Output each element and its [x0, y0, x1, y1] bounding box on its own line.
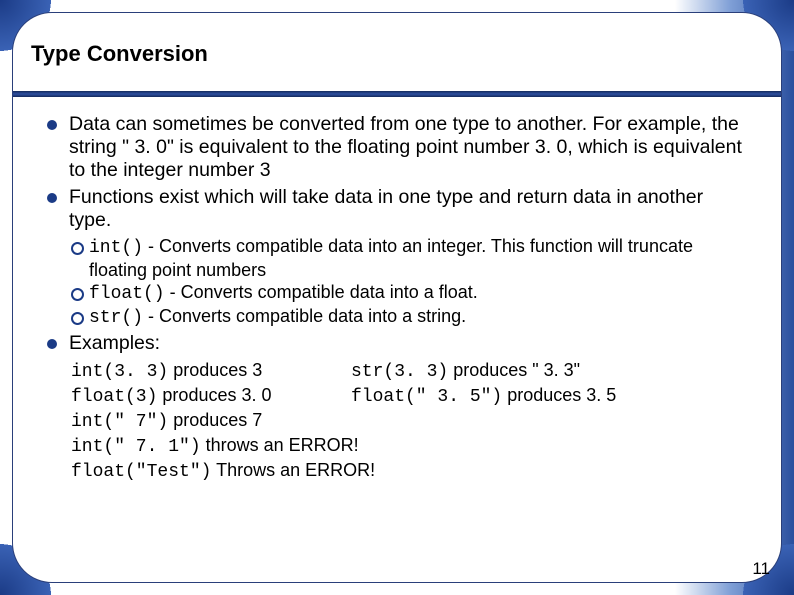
example-code: float(3): [71, 387, 157, 407]
example-result: throws an ERROR!: [201, 435, 359, 455]
example-result: produces " 3. 3": [448, 360, 580, 380]
examples-row: int(" 7. 1") throws an ERROR!: [71, 434, 747, 459]
sub-bullet-item: str() - Converts compatible data into a …: [71, 306, 747, 330]
bullet-text: Data can sometimes be converted from one…: [69, 113, 742, 181]
examples-row: float(3) produces 3. 0 float(" 3. 5") pr…: [71, 384, 747, 409]
code-int-fn: int(): [89, 238, 143, 258]
examples-row: int(" 7") produces 7: [71, 409, 747, 434]
slide-body: Data can sometimes be converted from one…: [47, 113, 747, 552]
example-code: float("Test"): [71, 462, 211, 482]
page-number: 11: [752, 559, 770, 579]
slide-title: Type Conversion: [31, 41, 208, 67]
example-code: int(" 7"): [71, 412, 168, 432]
example-result: produces 3. 5: [502, 385, 616, 405]
title-underline: [13, 91, 781, 97]
example-code: str(3. 3): [351, 362, 448, 382]
sub-bullet-item: int() - Converts compatible data into an…: [71, 236, 747, 282]
sub-bullet-text: - Converts compatible data into an integ…: [89, 236, 693, 280]
bullet-item: Examples:: [47, 332, 747, 355]
slide: Type Conversion Data can sometimes be co…: [0, 0, 794, 595]
example-result: produces 7: [168, 410, 262, 430]
examples-block: int(3. 3) produces 3 str(3. 3) produces …: [71, 359, 747, 484]
example-cell: str(3. 3) produces " 3. 3": [351, 359, 580, 384]
example-cell: float(" 3. 5") produces 3. 5: [351, 384, 616, 409]
code-str-fn: str(): [89, 308, 143, 328]
examples-row: int(3. 3) produces 3 str(3. 3) produces …: [71, 359, 747, 384]
sub-bullet-text: - Converts compatible data into a float.: [165, 282, 478, 302]
bullet-text: Examples:: [69, 332, 160, 354]
examples-row: float("Test") Throws an ERROR!: [71, 459, 747, 484]
example-cell: int(3. 3) produces 3: [71, 359, 351, 384]
bullet-text: Functions exist which will take data in …: [69, 186, 703, 231]
bullet-item: Functions exist which will take data in …: [47, 186, 747, 232]
code-float-fn: float(): [89, 284, 165, 304]
example-result: Throws an ERROR!: [211, 460, 375, 480]
content-frame: Type Conversion Data can sometimes be co…: [12, 12, 782, 583]
bullet-item: Data can sometimes be converted from one…: [47, 113, 747, 182]
sub-bullet-item: float() - Converts compatible data into …: [71, 282, 747, 306]
example-code: float(" 3. 5"): [351, 387, 502, 407]
example-code: int(3. 3): [71, 362, 168, 382]
sub-bullet-text: - Converts compatible data into a string…: [143, 306, 466, 326]
example-code: int(" 7. 1"): [71, 437, 201, 457]
example-result: produces 3: [168, 360, 262, 380]
example-result: produces 3. 0: [157, 385, 271, 405]
example-cell: float(3) produces 3. 0: [71, 384, 351, 409]
